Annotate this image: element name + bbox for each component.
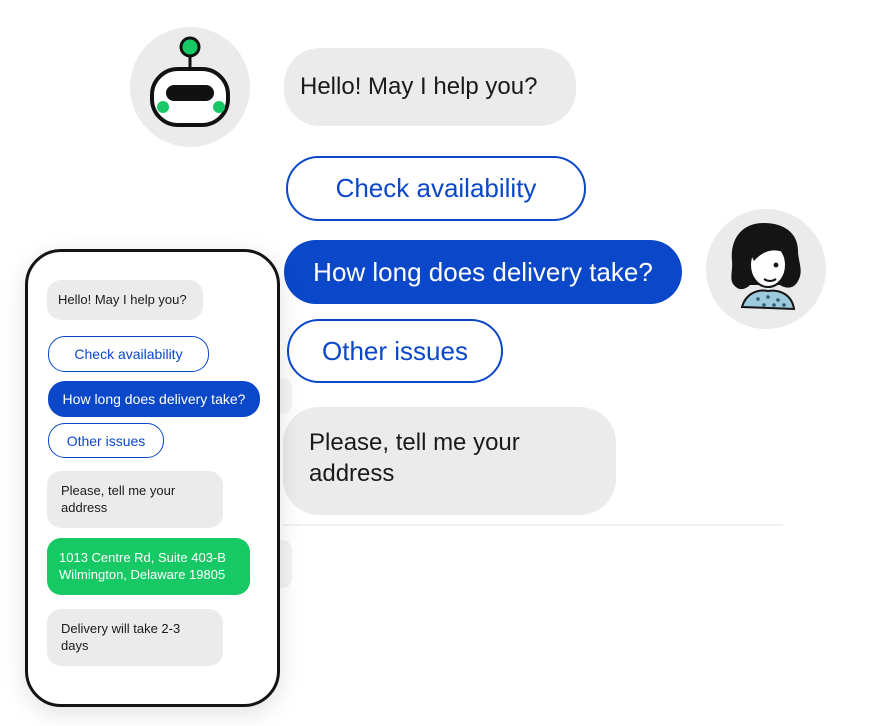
phone-user-address-bubble: 1013 Centre Rd, Suite 403-B Wilmington, … bbox=[47, 538, 250, 595]
phone-mockup: Hello! May I help you? Check availabilit… bbox=[25, 249, 280, 707]
check-availability-label: Check availability bbox=[335, 173, 537, 203]
phone-bot-address-request-text: Please, tell me your address bbox=[61, 483, 176, 515]
phone-delivery-time-label: How long does delivery take? bbox=[62, 391, 246, 407]
phone-delivery-time-button[interactable]: How long does delivery take? bbox=[48, 381, 260, 417]
user-avatar-icon bbox=[731, 223, 801, 311]
delivery-time-label: How long does delivery take? bbox=[313, 256, 653, 287]
phone-check-availability-button[interactable]: Check availability bbox=[48, 336, 209, 372]
bot-greeting-text: Hello! May I help you? bbox=[300, 73, 538, 100]
phone-check-availability-label: Check availability bbox=[74, 346, 183, 362]
bot-address-request-text: Please, tell me your address bbox=[309, 429, 520, 488]
phone-bot-greeting-text: Hello! May I help you? bbox=[58, 292, 187, 307]
phone-bot-greeting-bubble: Hello! May I help you? bbox=[47, 280, 203, 320]
phone-bot-address-request-bubble: Please, tell me your address bbox=[47, 471, 223, 528]
phone-bot-delivery-answer-bubble: Delivery will take 2-3 days bbox=[47, 609, 223, 666]
delivery-time-button[interactable]: How long does delivery take? bbox=[284, 240, 682, 304]
phone-other-issues-label: Other issues bbox=[66, 432, 146, 449]
other-issues-button[interactable]: Other issues bbox=[287, 319, 503, 383]
bot-avatar bbox=[130, 27, 250, 147]
phone-user-address-text: 1013 Centre Rd, Suite 403-B Wilmington, … bbox=[59, 550, 226, 582]
user-avatar bbox=[706, 209, 826, 329]
robot-avatar-icon bbox=[150, 36, 230, 127]
bot-greeting-bubble: Hello! May I help you? bbox=[284, 48, 576, 126]
check-availability-button[interactable]: Check availability bbox=[286, 156, 586, 221]
divider-line bbox=[283, 524, 783, 526]
phone-other-issues-button[interactable]: Other issues bbox=[48, 423, 164, 458]
phone-bot-delivery-answer-text: Delivery will take 2-3 days bbox=[61, 621, 181, 653]
other-issues-label: Other issues bbox=[322, 335, 468, 366]
bot-address-request-bubble: Please, tell me your address bbox=[283, 407, 616, 515]
